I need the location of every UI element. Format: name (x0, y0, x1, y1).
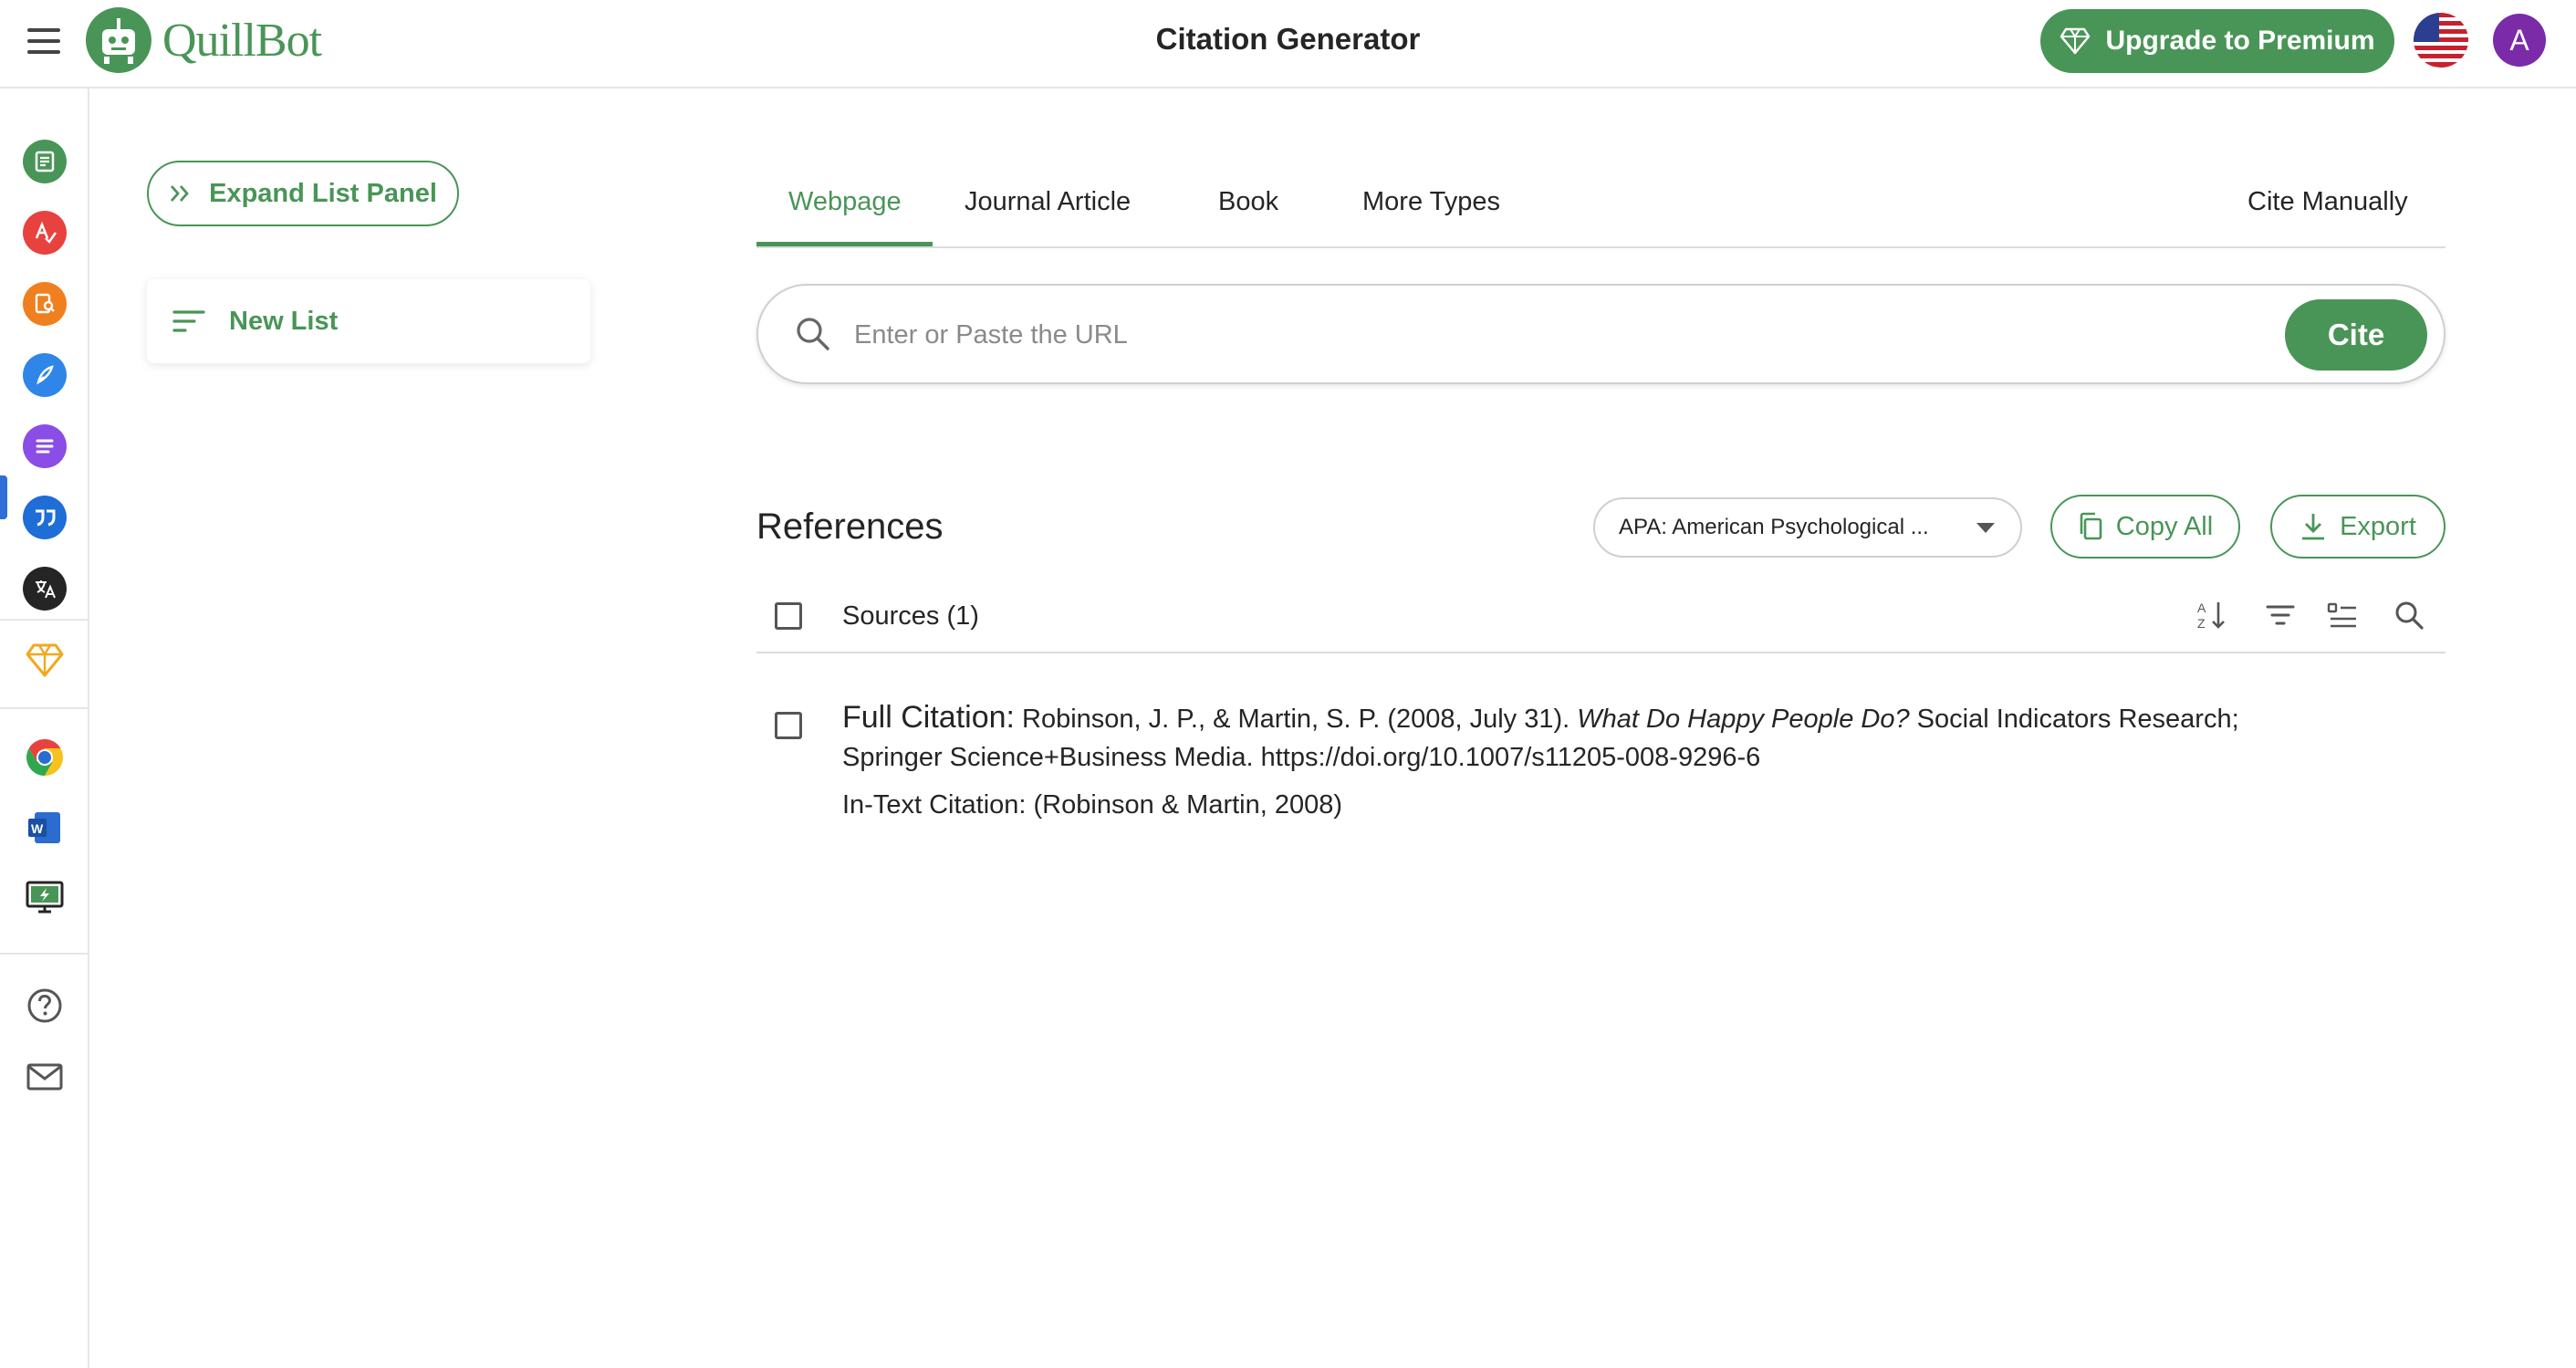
search-icon (797, 318, 829, 350)
plagiarism-checker-icon[interactable] (23, 282, 67, 326)
tab-more-types[interactable]: More Types (1362, 187, 1500, 217)
view-options-icon[interactable] (2324, 597, 2361, 633)
export-label: Export (2340, 511, 2416, 541)
citation-style-select[interactable]: APA: American Psychological ... (1593, 497, 2022, 558)
upgrade-premium-label: Upgrade to Premium (2105, 26, 2375, 56)
source-type-tabs: Webpage Journal Article Book More Types … (756, 169, 2446, 248)
citation-generator-icon[interactable] (23, 496, 67, 539)
expand-list-panel-button[interactable]: Expand List Panel (147, 161, 459, 226)
tab-webpage[interactable]: Webpage (788, 187, 902, 217)
search-sources-icon[interactable] (2391, 597, 2427, 633)
chevron-down-icon (1976, 523, 1995, 533)
desktop-app-icon[interactable] (23, 876, 67, 920)
list-lines-icon (172, 310, 205, 332)
svg-text:W: W (31, 821, 44, 836)
grammar-checker-icon[interactable] (23, 211, 67, 255)
active-tab-underline (756, 242, 933, 246)
cite-manually-link[interactable]: Cite Manually (2247, 187, 2408, 217)
word-addin-icon[interactable]: W (23, 806, 67, 850)
full-citation-label: Full Citation: (842, 700, 1015, 735)
paraphraser-icon[interactable] (23, 140, 67, 183)
user-avatar[interactable]: A (2493, 14, 2546, 67)
download-icon (2302, 514, 2325, 540)
premium-diamond-icon[interactable] (23, 638, 67, 682)
mail-icon[interactable] (23, 1055, 67, 1099)
references-heading: References (756, 506, 944, 547)
citation-title: What Do Happy People Do? (1577, 705, 1910, 734)
copy-icon (2080, 512, 2102, 540)
copy-all-button[interactable]: Copy All (2050, 495, 2240, 559)
help-icon[interactable] (23, 984, 67, 1028)
active-tool-indicator (0, 475, 7, 519)
tab-journal-article[interactable]: Journal Article (965, 187, 1131, 217)
in-text-citation[interactable]: In-Text Citation: (Robinson & Martin, 20… (842, 790, 1342, 820)
select-all-checkbox[interactable] (775, 602, 802, 630)
export-button[interactable]: Export (2270, 495, 2446, 559)
rail-divider (0, 619, 88, 621)
double-chevron-right-icon (171, 185, 189, 202)
top-header: QuillBot Citation Generator Upgrade to P… (0, 0, 2576, 89)
rail-divider (0, 953, 88, 955)
us-flag-icon[interactable] (2414, 13, 2468, 68)
svg-text:Z: Z (2197, 616, 2206, 631)
chrome-extension-icon[interactable] (23, 736, 67, 779)
co-writer-icon[interactable] (23, 353, 67, 397)
copy-all-label: Copy All (2115, 511, 2214, 541)
new-list-label: New List (229, 306, 339, 336)
citation-checkbox[interactable] (775, 712, 802, 739)
summarizer-icon[interactable] (23, 424, 67, 468)
sources-count: Sources (1) (842, 601, 979, 631)
cite-button[interactable]: Cite (2285, 299, 2427, 371)
upgrade-premium-button[interactable]: Upgrade to Premium (2040, 9, 2394, 73)
rail-divider (0, 707, 88, 709)
new-list-item[interactable]: New List (147, 279, 590, 363)
url-search-box: Cite (756, 284, 2446, 384)
diamond-icon (2060, 27, 2091, 55)
translator-icon[interactable] (23, 567, 67, 611)
filter-icon[interactable] (2262, 597, 2299, 633)
tools-sidebar: W (0, 89, 89, 1368)
sources-toolbar: Sources (1) AZ (756, 584, 2446, 653)
full-citation[interactable]: Full Citation: Robinson, J. P., & Martin… (842, 698, 2320, 777)
sort-icon[interactable]: AZ (2194, 597, 2230, 633)
expand-list-panel-label: Expand List Panel (209, 178, 437, 208)
tab-book[interactable]: Book (1218, 187, 1278, 217)
url-input[interactable] (854, 313, 2040, 357)
citation-style-value: APA: American Psychological ... (1619, 515, 1929, 539)
svg-text:A: A (2197, 600, 2206, 615)
citation-authors-date: Robinson, J. P., & Martin, S. P. (2008, … (1022, 705, 1570, 734)
